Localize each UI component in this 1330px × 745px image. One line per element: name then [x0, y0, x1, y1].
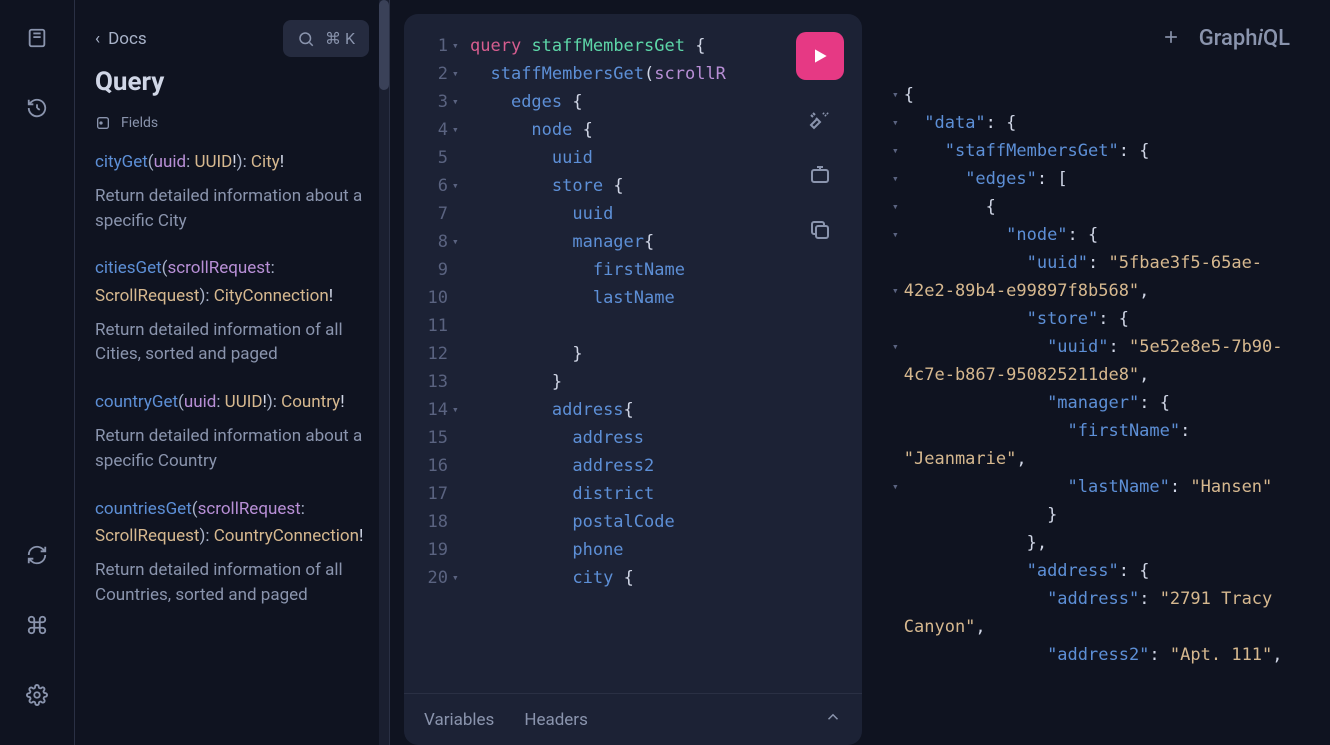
docs-back-label: Docs	[108, 29, 147, 49]
fields-list: cityGet(uuid: UUID!): City!Return detail…	[95, 149, 389, 607]
field-entry[interactable]: citiesGet(scrollRequest: ScrollRequest):…	[95, 255, 389, 367]
copy-icon[interactable]	[808, 218, 832, 242]
result-body[interactable]: ▾▾▾▾▾▾ ▾ ▾ ▾ { "data": { "staffMembersGe…	[892, 81, 1312, 745]
docs-back-button[interactable]: ‹ Docs	[95, 29, 147, 49]
book-icon[interactable]	[17, 18, 57, 58]
merge-icon[interactable]	[808, 164, 832, 188]
prettify-icon[interactable]	[808, 110, 832, 134]
history-icon[interactable]	[17, 88, 57, 128]
main-area: 1234567891011121314151617181920 ▾▾▾▾ ▾ ▾…	[390, 0, 1330, 745]
search-shortcut: ⌘ K	[325, 29, 355, 48]
search-input[interactable]: ⌘ K	[283, 20, 369, 57]
result-fold-gutter[interactable]: ▾▾▾▾▾▾ ▾ ▾ ▾	[892, 81, 904, 745]
play-icon	[810, 46, 830, 66]
chevron-left-icon: ‹	[95, 29, 100, 49]
editor-toolbar	[796, 32, 844, 242]
docs-title: Query	[95, 67, 389, 97]
fold-gutter[interactable]: ▾▾▾▾ ▾ ▾ ▾ ▾	[452, 32, 470, 592]
command-icon[interactable]	[17, 605, 57, 645]
add-tab-button[interactable]	[1161, 27, 1181, 51]
left-rail	[0, 0, 75, 745]
line-gutter: 1234567891011121314151617181920	[404, 32, 452, 592]
editor-tabs: Variables Headers	[404, 693, 862, 745]
query-editor: 1234567891011121314151617181920 ▾▾▾▾ ▾ ▾…	[404, 14, 862, 745]
docs-scrollbar[interactable]	[379, 0, 389, 745]
brand-logo: GraphiQL	[1199, 26, 1290, 51]
fields-header: Fields	[95, 115, 389, 131]
chevron-up-icon[interactable]	[824, 708, 842, 731]
result-code: { "data": { "staffMembersGet": { "edges"…	[904, 81, 1312, 745]
tab-variables[interactable]: Variables	[424, 710, 494, 730]
tab-headers[interactable]: Headers	[524, 710, 588, 730]
result-panel: GraphiQL ▾▾▾▾▾▾ ▾ ▾ ▾ { "data": { "staff…	[862, 14, 1312, 745]
fields-label: Fields	[121, 115, 158, 131]
code-editor[interactable]: 1234567891011121314151617181920 ▾▾▾▾ ▾ ▾…	[404, 14, 862, 693]
search-icon	[297, 30, 315, 48]
code-body[interactable]: query staffMembersGet { staffMembersGet(…	[470, 32, 726, 592]
docs-panel: ‹ Docs ⌘ K Query Fields cityGet(uuid: UU…	[75, 0, 390, 745]
fields-icon	[95, 115, 111, 131]
field-entry[interactable]: countryGet(uuid: UUID!): Country!Return …	[95, 389, 389, 473]
refresh-icon[interactable]	[17, 535, 57, 575]
field-entry[interactable]: countriesGet(scrollRequest: ScrollReques…	[95, 496, 389, 608]
execute-button[interactable]	[796, 32, 844, 80]
gear-icon[interactable]	[17, 675, 57, 715]
field-entry[interactable]: cityGet(uuid: UUID!): City!Return detail…	[95, 149, 389, 233]
